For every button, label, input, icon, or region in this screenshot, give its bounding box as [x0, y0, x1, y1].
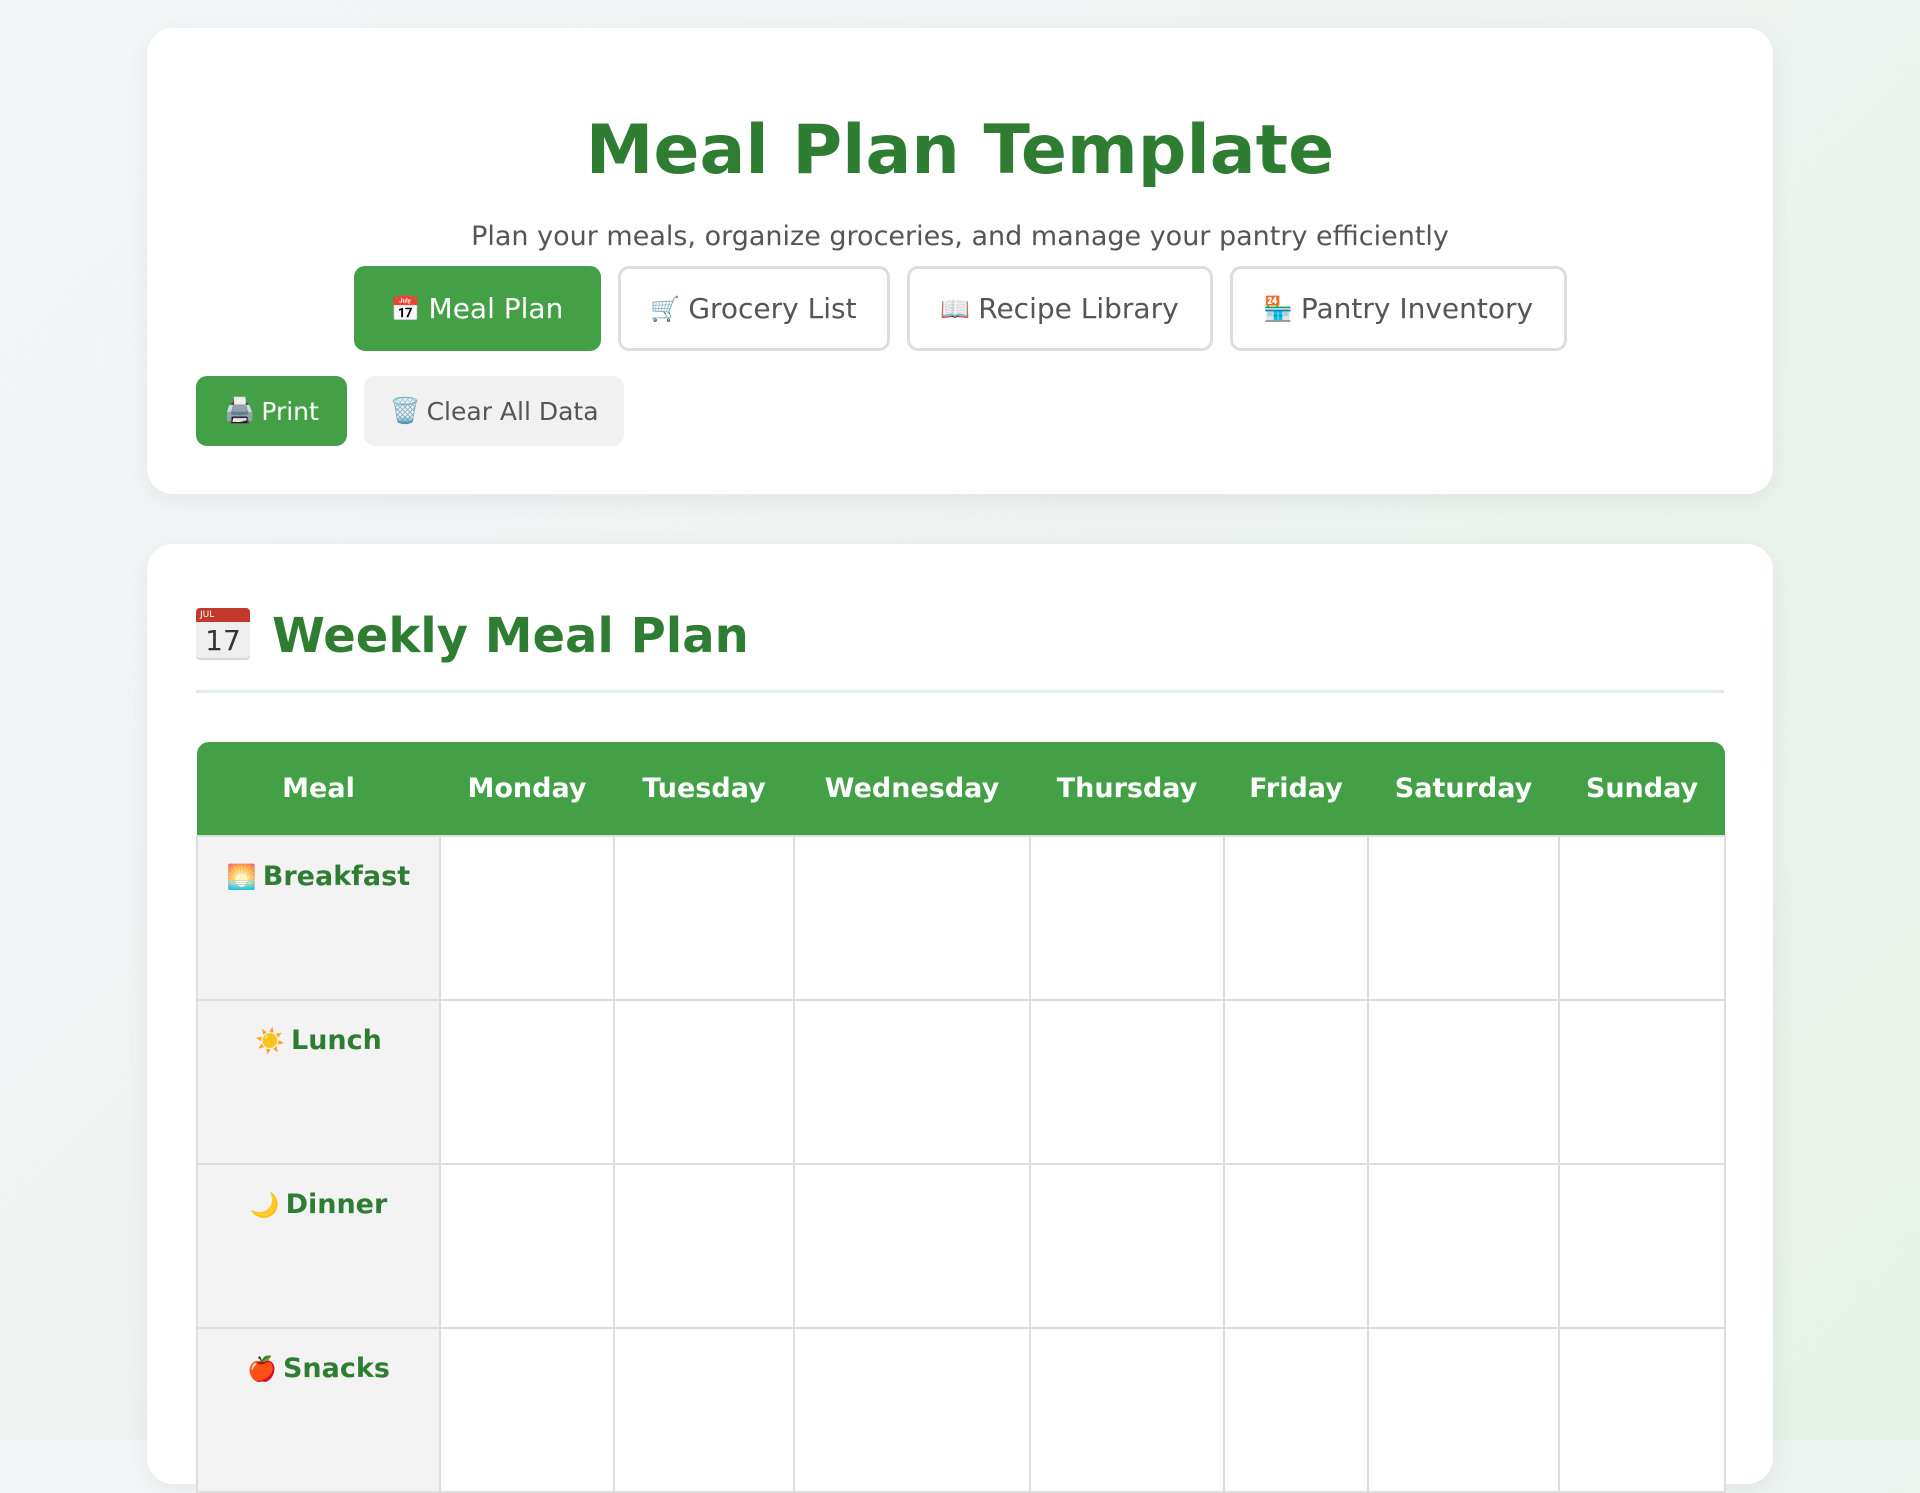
tab-label: Recipe Library [978, 292, 1179, 325]
tab-meal-plan[interactable]: 📅 Meal Plan [353, 266, 601, 351]
cart-icon: 🛒 [650, 294, 681, 323]
column-header-sunday: Sunday [1559, 742, 1725, 836]
meal-cell[interactable] [1029, 999, 1225, 1165]
column-header-friday: Friday [1224, 742, 1368, 836]
meal-cell[interactable] [439, 999, 615, 1165]
calendar-month: JUL [196, 608, 250, 622]
meal-cell[interactable] [613, 1163, 795, 1329]
meal-cell[interactable] [613, 1327, 795, 1493]
moon-icon: 🌙 [249, 1191, 280, 1219]
meal-cell[interactable] [1029, 1163, 1225, 1329]
section-header: JUL 17 Weekly Meal Plan [196, 606, 1724, 693]
meal-label-text: Dinner [285, 1189, 388, 1220]
trash-icon: 🗑️ [389, 396, 421, 425]
calendar-icon: 📅 [390, 294, 421, 323]
tab-grocery-list[interactable]: 🛒 Grocery List [617, 266, 890, 351]
print-button[interactable]: 🖨️ Print [196, 376, 347, 446]
meal-cell[interactable] [613, 835, 795, 1001]
meal-cell[interactable] [793, 999, 1031, 1165]
meal-label-snacks: 🍎 Snacks [196, 1327, 441, 1493]
table-row: ☀️ Lunch [196, 999, 1726, 1165]
meal-cell[interactable] [1367, 999, 1560, 1165]
meal-cell[interactable] [1029, 835, 1225, 1001]
table-row: 🌙 Dinner [196, 1163, 1726, 1329]
sun-icon: ☀️ [255, 1027, 285, 1055]
meal-cell[interactable] [1223, 1327, 1369, 1493]
meal-cell[interactable] [1558, 1327, 1726, 1493]
meal-cell[interactable] [1223, 835, 1369, 1001]
tab-label: Pantry Inventory [1300, 292, 1534, 325]
book-icon: 📖 [940, 294, 971, 323]
pantry-icon: 🏪 [1262, 294, 1293, 323]
meal-cell[interactable] [1558, 1163, 1726, 1329]
meal-cell[interactable] [613, 999, 795, 1165]
meal-cell[interactable] [439, 1327, 615, 1493]
meal-cell[interactable] [439, 835, 615, 1001]
column-header-wednesday: Wednesday [794, 742, 1030, 836]
table-row: 🍎 Snacks [196, 1327, 1726, 1493]
clear-all-data-button[interactable]: 🗑️ Clear All Data [364, 376, 624, 446]
table-row: 🌅 Breakfast [196, 835, 1726, 1001]
column-header-meal: Meal [197, 742, 440, 836]
sunrise-icon: 🌅 [226, 863, 257, 891]
tab-pantry-inventory[interactable]: 🏪 Pantry Inventory [1229, 266, 1567, 351]
printer-icon: 🖨️ [224, 396, 256, 425]
meal-cell[interactable] [1223, 999, 1369, 1165]
meal-label-lunch: ☀️ Lunch [196, 999, 441, 1165]
section-title: Weekly Meal Plan [272, 608, 749, 664]
meal-plan-table: Meal Monday Tuesday Wednesday Thursday F… [196, 742, 1726, 1493]
meal-label-breakfast: 🌅 Breakfast [196, 835, 441, 1001]
action-bar: 🖨️ Print 🗑️ Clear All Data [196, 376, 624, 446]
tab-recipe-library[interactable]: 📖 Recipe Library [906, 266, 1213, 351]
header-card: Meal Plan Template Plan your meals, orga… [147, 28, 1773, 494]
column-header-thursday: Thursday [1030, 742, 1224, 836]
meal-label-dinner: 🌙 Dinner [196, 1163, 441, 1329]
clear-label: Clear All Data [426, 396, 599, 426]
table-header-row: Meal Monday Tuesday Wednesday Thursday F… [197, 742, 1725, 836]
meal-cell[interactable] [793, 1327, 1031, 1493]
column-header-tuesday: Tuesday [614, 742, 794, 836]
meal-cell[interactable] [1558, 835, 1726, 1001]
meal-cell[interactable] [1223, 1163, 1369, 1329]
meal-cell[interactable] [1367, 1327, 1560, 1493]
calendar-day: 17 [205, 624, 241, 657]
meal-label-text: Snacks [282, 1353, 390, 1384]
tab-label: Grocery List [688, 292, 857, 325]
meal-cell[interactable] [1029, 1327, 1225, 1493]
meal-label-text: Breakfast [262, 861, 411, 892]
print-label: Print [261, 396, 319, 426]
calendar-icon: JUL 17 [196, 608, 250, 660]
column-header-monday: Monday [440, 742, 614, 836]
meal-label-text: Lunch [291, 1025, 382, 1056]
meal-plan-card: JUL 17 Weekly Meal Plan Meal Monday Tues… [147, 544, 1773, 1493]
meal-cell[interactable] [439, 1163, 615, 1329]
meal-cell[interactable] [1367, 835, 1560, 1001]
meal-cell[interactable] [1367, 1163, 1560, 1329]
apple-icon: 🍎 [247, 1355, 277, 1383]
tab-label: Meal Plan [428, 292, 564, 325]
meal-cell[interactable] [1558, 999, 1726, 1165]
meal-cell[interactable] [793, 835, 1031, 1001]
meal-cell[interactable] [793, 1163, 1031, 1329]
page-title: Meal Plan Template [585, 111, 1335, 190]
page-subtitle: Plan your meals, organize groceries, and… [471, 221, 1449, 252]
column-header-saturday: Saturday [1368, 742, 1559, 836]
tab-bar: 📅 Meal Plan 🛒 Grocery List 📖 Recipe Libr… [147, 266, 1773, 351]
